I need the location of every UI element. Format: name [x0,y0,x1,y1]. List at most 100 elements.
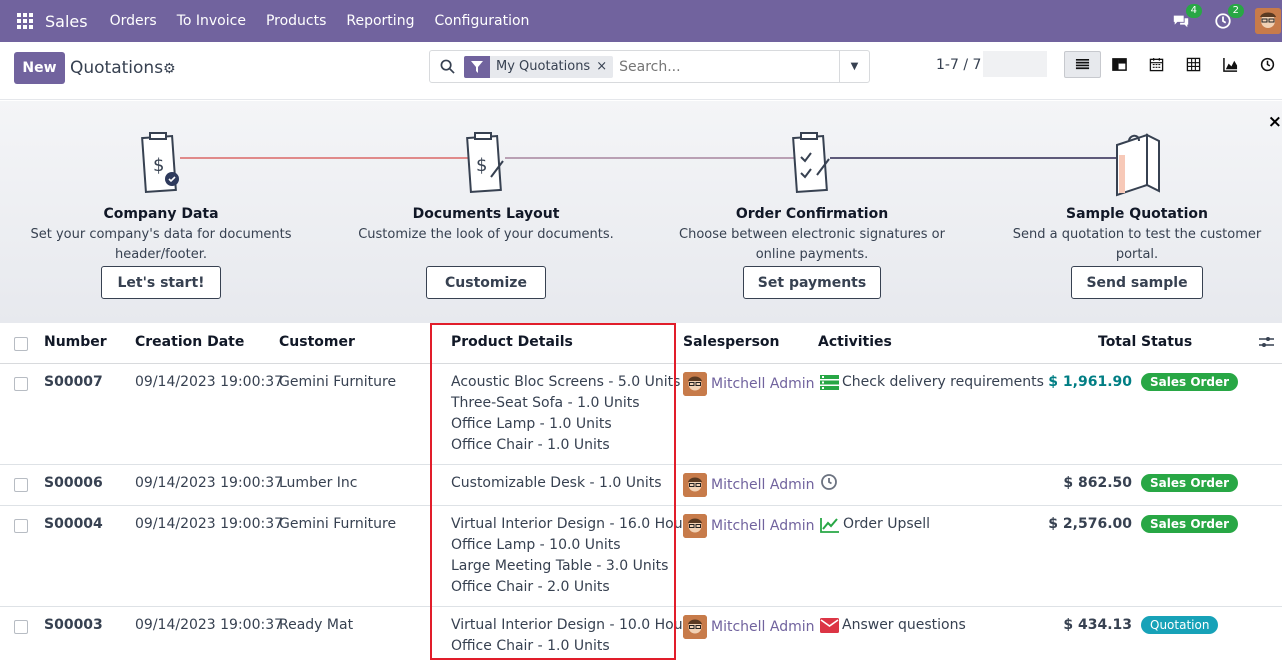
table-row[interactable]: S00006 09/14/2023 19:00:37 Lumber Inc Cu… [0,465,1282,506]
header-number[interactable]: Number [44,334,107,350]
product-line: Office Chair - 1.0 Units [451,638,610,654]
salesperson-name[interactable]: Mitchell Admin [711,516,815,537]
search-icon[interactable] [432,59,462,74]
document-illustration-icon: $ [346,101,626,201]
row-checkbox[interactable] [14,377,28,391]
salesperson-name[interactable]: Mitchell Admin [711,617,815,638]
lets-start-button[interactable]: Let's start! [101,266,221,299]
customer-name: Gemini Furniture [279,516,397,532]
avatar [683,473,707,497]
product-line: Office Lamp - 1.0 Units [451,416,612,432]
product-details: Acoustic Bloc Screens - 5.0 Units Three-… [451,372,680,456]
customer-name: Ready Mat [279,617,354,633]
onboarding-step-company-data: $ Company Data Set your company's data f… [21,101,301,265]
step-title: Documents Layout [412,206,560,222]
top-navbar: Sales Orders To Invoice Products Reporti… [0,0,1282,42]
status-cell: Sales Order [1141,514,1239,535]
menu-to-invoice[interactable]: To Invoice [177,13,246,29]
list-view-icon[interactable] [1064,51,1101,78]
activity[interactable]: Answer questions [820,615,966,636]
product-line: Customizable Desk - 1.0 Units [451,475,662,491]
row-checkbox[interactable] [14,478,28,492]
kanban-view-icon[interactable] [1101,51,1138,78]
graph-view-icon[interactable] [1212,51,1249,78]
activity[interactable]: Order Upsell [820,514,930,535]
calendar-view-icon[interactable] [1138,51,1175,78]
customer-name: Gemini Furniture [279,374,397,390]
header-activities[interactable]: Activities [818,334,892,350]
activity-label: Check delivery requirements [842,374,1044,390]
gear-icon[interactable]: ⚙ [163,61,176,77]
row-checkbox[interactable] [14,519,28,533]
header-customer[interactable]: Customer [279,334,355,350]
product-line: Acoustic Bloc Screens - 5.0 Units [451,374,681,390]
onboarding-step-order-confirmation: Order Confirmation Choose between electr… [672,101,952,265]
user-avatar[interactable] [1255,8,1281,34]
header-product-details[interactable]: Product Details [451,334,573,350]
search-bar: My Quotations × ▼ [429,50,870,83]
activity-view-icon[interactable] [1249,51,1282,78]
status-cell: Sales Order [1141,473,1239,494]
header-creation-date[interactable]: Creation Date [135,334,244,350]
product-details: Virtual Interior Design - 16.0 Hours Off… [451,514,696,598]
step-description: Customize the look of your documents. [358,227,614,242]
activity[interactable] [820,473,841,491]
creation-date: 09/14/2023 19:00:37 [135,374,284,390]
salesperson-name[interactable]: Mitchell Admin [711,374,815,395]
app-brand[interactable]: Sales [45,12,88,31]
chat-icon[interactable]: 4 [1171,4,1202,31]
order-total: $ 2,576.00 [1048,516,1132,532]
search-facet: My Quotations × [464,55,614,78]
pager-next-button[interactable] [1015,51,1047,77]
avatar [683,372,707,396]
onboarding-step-sample-quotation: Sample Quotation Send a quotation to tes… [997,101,1277,265]
salesperson-name[interactable]: Mitchell Admin [711,475,815,496]
search-options-chevron-icon[interactable]: ▼ [839,51,869,82]
set-payments-button[interactable]: Set payments [743,266,881,299]
send-sample-button[interactable]: Send sample [1071,266,1203,299]
pager-value[interactable]: 1-7 / 7 [936,57,981,73]
table-row[interactable]: S00003 09/14/2023 19:00:37 Ready Mat Vir… [0,607,1282,660]
menu-reporting[interactable]: Reporting [346,13,414,29]
status-cell: Quotation [1141,615,1219,636]
header-salesperson[interactable]: Salesperson [683,334,780,350]
step-description: Choose between electronic signatures or … [679,227,945,262]
product-line: Large Meeting Table - 3.0 Units [451,558,669,574]
product-line: Virtual Interior Design - 10.0 Hours [451,617,696,633]
trend-icon [820,517,839,533]
avatar [683,514,707,538]
order-number: S00004 [44,516,103,532]
column-settings-icon[interactable] [1259,335,1274,353]
pager-buttons [983,51,1047,77]
table-row[interactable]: S00004 09/14/2023 19:00:37 Gemini Furnit… [0,506,1282,607]
order-number: S00003 [44,617,103,633]
salesperson: Mitchell Admin [683,372,815,396]
header-status[interactable]: Status [1141,334,1192,350]
activity-clock-icon[interactable]: 2 [1213,4,1244,31]
order-total: $ 434.13 [1063,617,1132,633]
facet-remove-icon[interactable]: × [596,59,613,74]
view-switcher [1064,51,1282,78]
status-badge: Sales Order [1141,474,1239,492]
salesperson: Mitchell Admin [683,615,815,639]
apps-grid-icon[interactable] [17,13,33,29]
menu-configuration[interactable]: Configuration [434,13,529,29]
select-all-checkbox[interactable] [14,337,28,351]
activity[interactable]: Check delivery requirements [820,372,1044,393]
table-row[interactable]: S00007 09/14/2023 19:00:37 Gemini Furnit… [0,364,1282,465]
product-line: Office Lamp - 10.0 Units [451,537,621,553]
page-title: Quotations [70,58,164,78]
document-illustration-icon: $ [21,101,301,201]
menu-orders[interactable]: Orders [110,13,157,29]
status-cell: Sales Order [1141,372,1239,393]
customize-button[interactable]: Customize [426,266,546,299]
row-checkbox[interactable] [14,620,28,634]
search-input[interactable] [619,58,835,75]
header-total[interactable]: Total [1098,334,1136,350]
salesperson: Mitchell Admin [683,514,815,538]
menu-products[interactable]: Products [266,13,326,29]
new-button[interactable]: New [14,52,65,84]
pager-previous-button[interactable] [983,51,1015,77]
pivot-view-icon[interactable] [1175,51,1212,78]
product-line: Office Chair - 1.0 Units [451,437,610,453]
